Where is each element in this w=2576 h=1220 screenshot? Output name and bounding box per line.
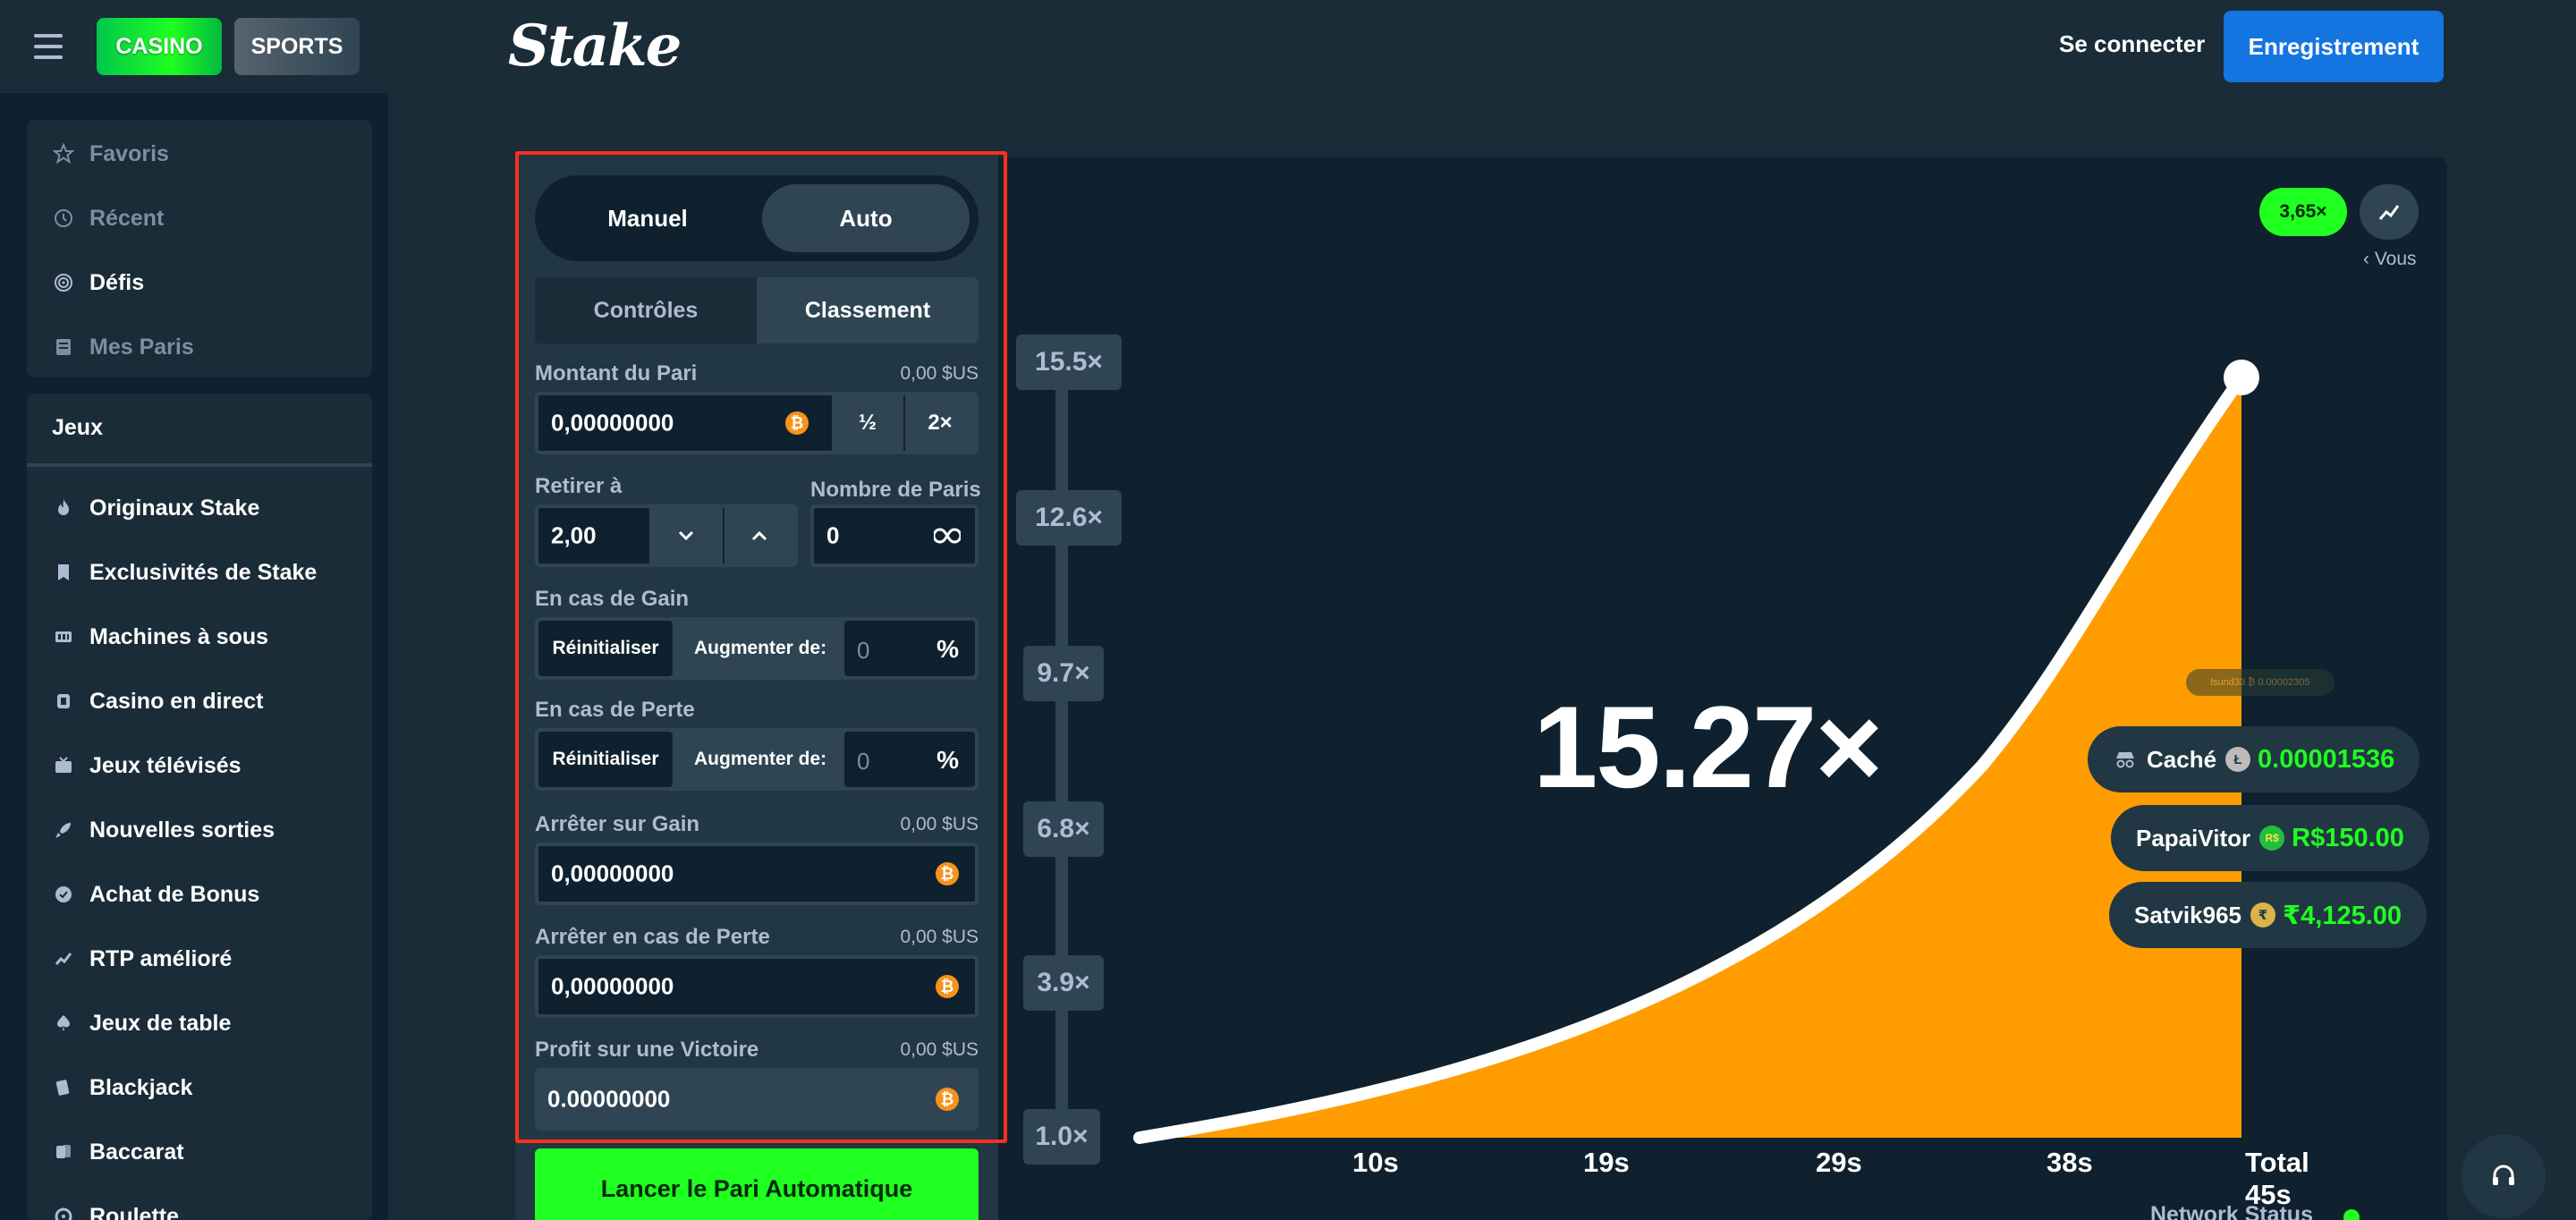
- sidebar-item-jeux-t-l-vis-s[interactable]: Jeux télévisés: [52, 748, 242, 784]
- sidebar-top-group: Favoris Récent Défis Mes Paris: [27, 120, 372, 377]
- sidebar-item-label: Blackjack: [89, 1074, 193, 1100]
- player-pill: Satvik965 ₹ ₹4,125.00: [2109, 882, 2428, 948]
- trend-icon: [2377, 200, 2401, 224]
- sidebar-item-label: Casino en direct: [89, 688, 264, 714]
- sidebar-item-defis[interactable]: Défis: [52, 265, 144, 301]
- player-name: PapaiVitor: [2136, 824, 2251, 851]
- sidebar-item-originaux-stake[interactable]: Originaux Stake: [52, 490, 259, 526]
- sidebar-item-favoris[interactable]: Favoris: [52, 136, 169, 172]
- sidebar-item-casino-en-direct[interactable]: Casino en direct: [52, 683, 264, 719]
- sidebar-item-label: Exclusivités de Stake: [89, 559, 318, 585]
- network-status: Network Status: [2150, 1202, 2313, 1220]
- table-games-icon: [52, 1012, 75, 1035]
- star-icon: [52, 142, 75, 165]
- sidebar-item-jeux-de-table[interactable]: Jeux de table: [52, 1005, 231, 1041]
- launch-auto-bet-button[interactable]: Lancer le Pari Automatique: [535, 1148, 979, 1220]
- sidebar-item-achat-de-bonus[interactable]: Achat de Bonus: [52, 877, 259, 912]
- live-casino-icon: [52, 690, 75, 713]
- sidebar-item-label: Baccarat: [89, 1139, 184, 1165]
- rtp-icon: [52, 947, 75, 970]
- sidebar-games-list: Originaux Stake Exclusivités de Stake Mach…: [27, 394, 372, 1220]
- sidebar-item-label: Défis: [89, 269, 145, 295]
- sidebar-item-label: Mes Paris: [89, 334, 194, 360]
- sidebar-item-baccarat[interactable]: Baccarat: [52, 1134, 184, 1170]
- sidebar-item-label: Roulette: [89, 1203, 179, 1220]
- network-status-dot: [2343, 1209, 2360, 1220]
- player-name: Satvik965: [2134, 901, 2241, 928]
- sidebar-item-nouvelles-sorties[interactable]: Nouvelles sorties: [52, 812, 275, 848]
- player-amount: ₹4,125.00: [2282, 901, 2402, 930]
- highlight-box: [515, 151, 1007, 1143]
- sports-button[interactable]: SPORTS: [234, 18, 360, 75]
- sidebar-item-rtp-am-lior-[interactable]: RTP amélioré: [52, 941, 232, 977]
- curve-endpoint: [2224, 360, 2259, 395]
- inr-coin-icon: ₹: [2250, 902, 2275, 928]
- stats-button[interactable]: [2360, 184, 2419, 240]
- player-amount: 0.00001536: [2258, 744, 2395, 774]
- sidebar-item-label: Jeux télévisés: [89, 752, 242, 778]
- sidebar-item-recent[interactable]: Récent: [52, 200, 164, 236]
- sidebar-item-label: Originaux Stake: [89, 495, 260, 521]
- sidebar-item-machines-sous[interactable]: Machines à sous: [52, 619, 268, 655]
- register-button[interactable]: Enregistrement: [2224, 11, 2444, 82]
- login-link[interactable]: Se connecter: [2059, 30, 2205, 58]
- faded-player-pill: lsund33 ₿ 0.00002305: [2186, 669, 2334, 696]
- sidebar-item-label: Récent: [89, 205, 165, 231]
- baccarat-icon: [52, 1140, 75, 1164]
- target-icon: [52, 271, 75, 294]
- player-name: Caché: [2147, 745, 2217, 773]
- headset-icon: [2490, 1163, 2517, 1190]
- sidebar-item-label: Achat de Bonus: [89, 881, 260, 907]
- player-pill: Caché Ł 0.00001536: [2088, 726, 2420, 792]
- rocket-icon: [52, 818, 75, 842]
- sidebar-item-mes-paris[interactable]: Mes Paris: [52, 329, 194, 365]
- casino-button[interactable]: CASINO: [97, 18, 222, 75]
- player-amount: R$150.00: [2292, 823, 2404, 852]
- slots-icon: [52, 625, 75, 648]
- sidebar-item-blackjack[interactable]: Blackjack: [52, 1070, 192, 1106]
- player-pill: PapaiVitor R$ R$150.00: [2111, 805, 2429, 871]
- litecoin-icon: Ł: [2225, 747, 2251, 772]
- history-icon: [52, 207, 75, 230]
- bookmark-icon: [52, 561, 75, 584]
- sidebar-item-label: Machines à sous: [89, 623, 269, 649]
- bets-icon: [52, 335, 75, 359]
- last-multiplier-badge[interactable]: 3,65×: [2259, 188, 2347, 236]
- sidebar-item-label: RTP amélioré: [89, 945, 233, 971]
- sidebar-item-label: Jeux de table: [89, 1010, 232, 1036]
- bonus-icon: [52, 883, 75, 906]
- sidebar-item-roulette[interactable]: Roulette: [52, 1199, 179, 1220]
- roulette-icon: [52, 1205, 75, 1220]
- menu-icon[interactable]: [34, 34, 63, 59]
- blackjack-icon: [52, 1076, 75, 1099]
- tv-icon: [52, 754, 75, 777]
- current-multiplier: 15.27×: [1533, 682, 1883, 812]
- flame-icon: [52, 496, 75, 520]
- stake-logo[interactable]: Stake: [508, 13, 682, 80]
- vous-link[interactable]: ‹ Vous: [2363, 249, 2417, 270]
- sidebar-item-exclusivit-s-de-stake[interactable]: Exclusivités de Stake: [52, 555, 317, 590]
- support-button[interactable]: [2462, 1134, 2546, 1218]
- brl-coin-icon: R$: [2259, 826, 2285, 851]
- sidebar-item-label: Nouvelles sorties: [89, 817, 275, 843]
- incognito-icon: [2113, 750, 2138, 768]
- sidebar-item-label: Favoris: [89, 140, 169, 166]
